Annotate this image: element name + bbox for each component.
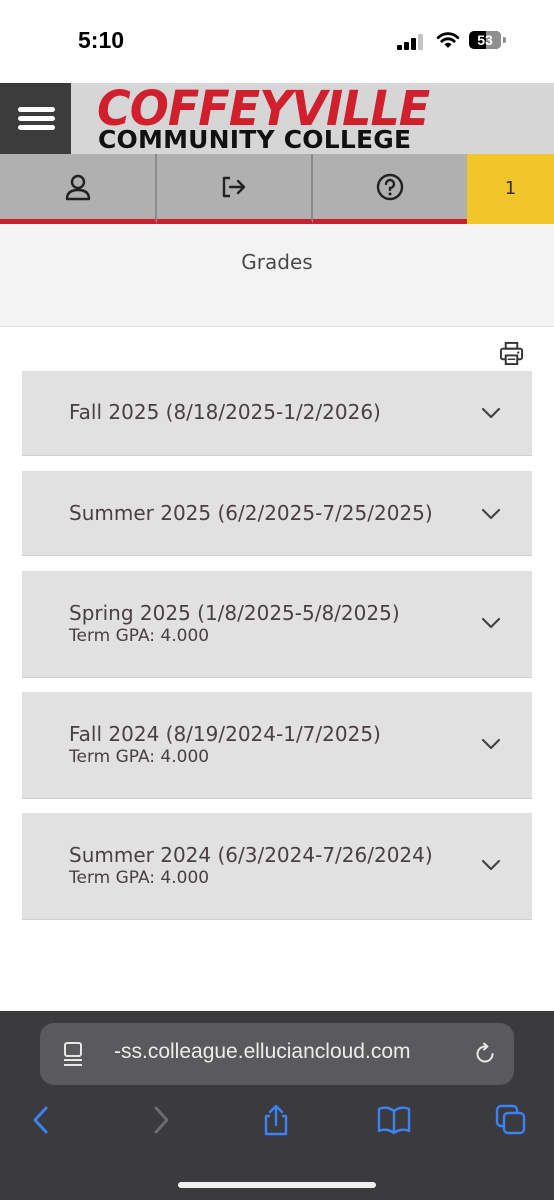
nav-tabs: 1 xyxy=(0,154,554,224)
college-logo-subtitle[interactable]: COMMUNITY COLLEGE xyxy=(98,125,411,154)
term-summer-2025[interactable]: Summer 2025 (6/2/2025-7/25/2025) xyxy=(22,471,532,556)
help-icon xyxy=(376,173,404,200)
notifications-button[interactable]: 1 xyxy=(467,154,554,224)
chevron-down-icon xyxy=(481,738,501,750)
sign-out-icon xyxy=(222,176,246,197)
print-icon[interactable] xyxy=(499,341,524,366)
home-indicator xyxy=(178,1182,376,1188)
user-profile-button[interactable] xyxy=(0,154,157,224)
bookmarks-icon[interactable] xyxy=(377,1104,411,1136)
page-title-band: Grades xyxy=(0,224,554,327)
help-button[interactable] xyxy=(313,154,467,224)
user-icon xyxy=(65,174,90,200)
wifi-icon xyxy=(436,32,460,48)
term-summer-2024[interactable]: Summer 2024 (6/3/2024-7/26/2024) Term GP… xyxy=(22,813,532,920)
chevron-down-icon xyxy=(481,859,501,871)
term-fall-2025[interactable]: Fall 2025 (8/18/2025-1/2/2026) xyxy=(22,371,532,456)
status-bar: 5:10 53 xyxy=(0,0,554,83)
tabs-icon[interactable] xyxy=(495,1104,527,1136)
term-title: Fall 2024 (8/19/2024-1/7/2025) xyxy=(69,722,381,746)
chevron-down-icon xyxy=(481,508,501,520)
hamburger-menu-button[interactable] xyxy=(0,83,71,154)
browser-toolbar: -ss.colleague.elluciancloud.com xyxy=(0,1011,554,1200)
site-header: COFFEYVILLE COMMUNITY COLLEGE xyxy=(0,80,554,154)
term-spring-2025[interactable]: Spring 2025 (1/8/2025-5/8/2025) Term GPA… xyxy=(22,571,532,678)
address-bar[interactable]: -ss.colleague.elluciancloud.com xyxy=(40,1023,514,1085)
chevron-down-icon xyxy=(481,617,501,629)
chevron-down-icon xyxy=(481,407,501,419)
term-title: Fall 2025 (8/18/2025-1/2/2026) xyxy=(69,400,381,424)
back-icon[interactable] xyxy=(26,1104,56,1136)
reload-icon[interactable] xyxy=(473,1042,497,1066)
battery-icon: 53 xyxy=(469,31,507,51)
page-menu-icon[interactable] xyxy=(62,1041,84,1067)
term-gpa: Term GPA: 4.000 xyxy=(69,747,210,767)
status-time: 5:10 xyxy=(78,27,125,53)
cellular-signal-icon xyxy=(397,34,423,50)
term-title: Summer 2024 (6/3/2024-7/26/2024) xyxy=(69,843,433,867)
page-title: Grades xyxy=(241,250,313,274)
notification-count: 1 xyxy=(504,178,517,199)
sign-out-button[interactable] xyxy=(157,154,313,224)
term-fall-2024[interactable]: Fall 2024 (8/19/2024-1/7/2025) Term GPA:… xyxy=(22,692,532,799)
url-text: -ss.colleague.elluciancloud.com xyxy=(114,1040,411,1063)
share-icon[interactable] xyxy=(261,1104,291,1136)
term-title: Spring 2025 (1/8/2025-5/8/2025) xyxy=(69,601,400,625)
term-title: Summer 2025 (6/2/2025-7/25/2025) xyxy=(69,501,433,525)
battery-percent: 53 xyxy=(477,32,493,48)
forward-icon[interactable] xyxy=(146,1104,176,1136)
term-gpa: Term GPA: 4.000 xyxy=(69,626,210,646)
term-gpa: Term GPA: 4.000 xyxy=(69,868,210,888)
